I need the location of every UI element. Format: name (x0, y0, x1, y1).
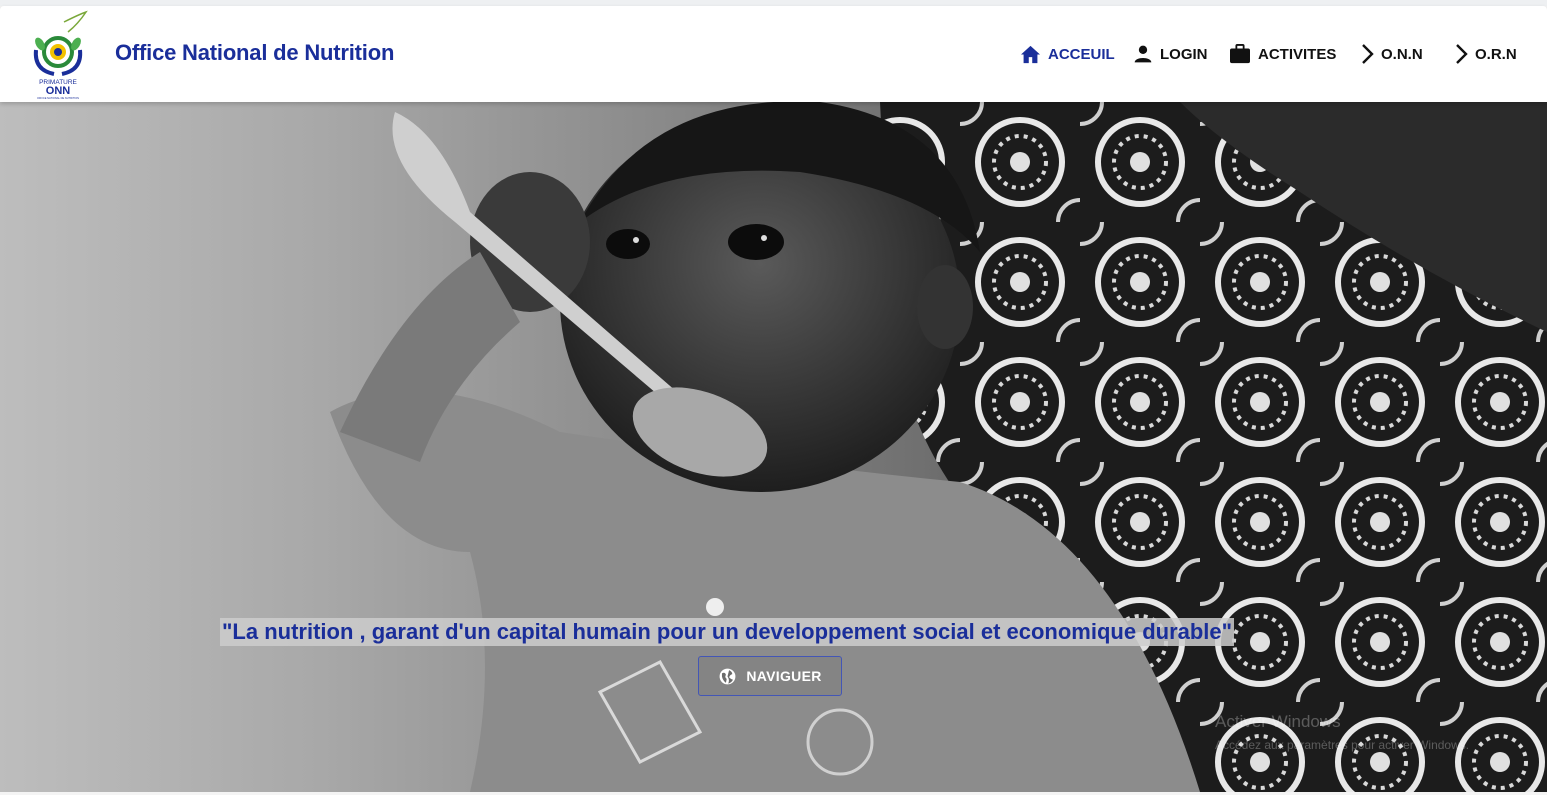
hero-tagline: "La nutrition , garant d'un capital huma… (220, 618, 1235, 646)
nav-item-activites[interactable]: ACTIVITES (1229, 40, 1336, 68)
logo-subtitle-text: OFFICE NATIONAL DE NUTRITION (37, 96, 79, 100)
nav-item-label: O.N.N (1381, 45, 1423, 63)
onn-logo-icon: PRIMATURE ONN OFFICE NATIONAL DE NUTRITI… (33, 10, 88, 100)
nav-item-acceuil[interactable]: ACCEUIL (1020, 40, 1115, 68)
logo-acronym-text: ONN (46, 85, 71, 97)
nav-item-label: LOGIN (1160, 45, 1208, 63)
home-icon (1021, 45, 1040, 63)
chevron-right-icon (1362, 44, 1374, 64)
windows-activation-subtitle: Accédez aux paramètres pour activer Wind… (1215, 738, 1470, 752)
windows-activation-title: Activer Windows (1215, 712, 1341, 731)
globe-icon (719, 668, 736, 684)
nav-item-onn[interactable]: O.N.N (1360, 40, 1423, 68)
naviguer-button-label: NAVIGUER (746, 668, 822, 684)
person-icon (1134, 45, 1152, 63)
site-header: PRIMATURE ONN OFFICE NATIONAL DE NUTRITI… (0, 6, 1547, 102)
briefcase-icon (1230, 44, 1250, 64)
naviguer-button[interactable]: NAVIGUER (698, 656, 842, 696)
chevron-right-icon (1456, 44, 1468, 64)
nav-item-login[interactable]: LOGIN (1133, 40, 1208, 68)
nav-item-orn[interactable]: O.R.N (1454, 40, 1517, 68)
nav-item-label: ACCEUIL (1048, 45, 1115, 63)
onn-logo[interactable]: PRIMATURE ONN OFFICE NATIONAL DE NUTRITI… (28, 10, 88, 100)
nav-item-label: ACTIVITES (1258, 45, 1337, 63)
nav-item-label: O.R.N (1475, 45, 1517, 63)
hero-banner: "La nutrition , garant d'un capital huma… (0, 102, 1547, 792)
site-title[interactable]: Office National de Nutrition (115, 40, 394, 66)
